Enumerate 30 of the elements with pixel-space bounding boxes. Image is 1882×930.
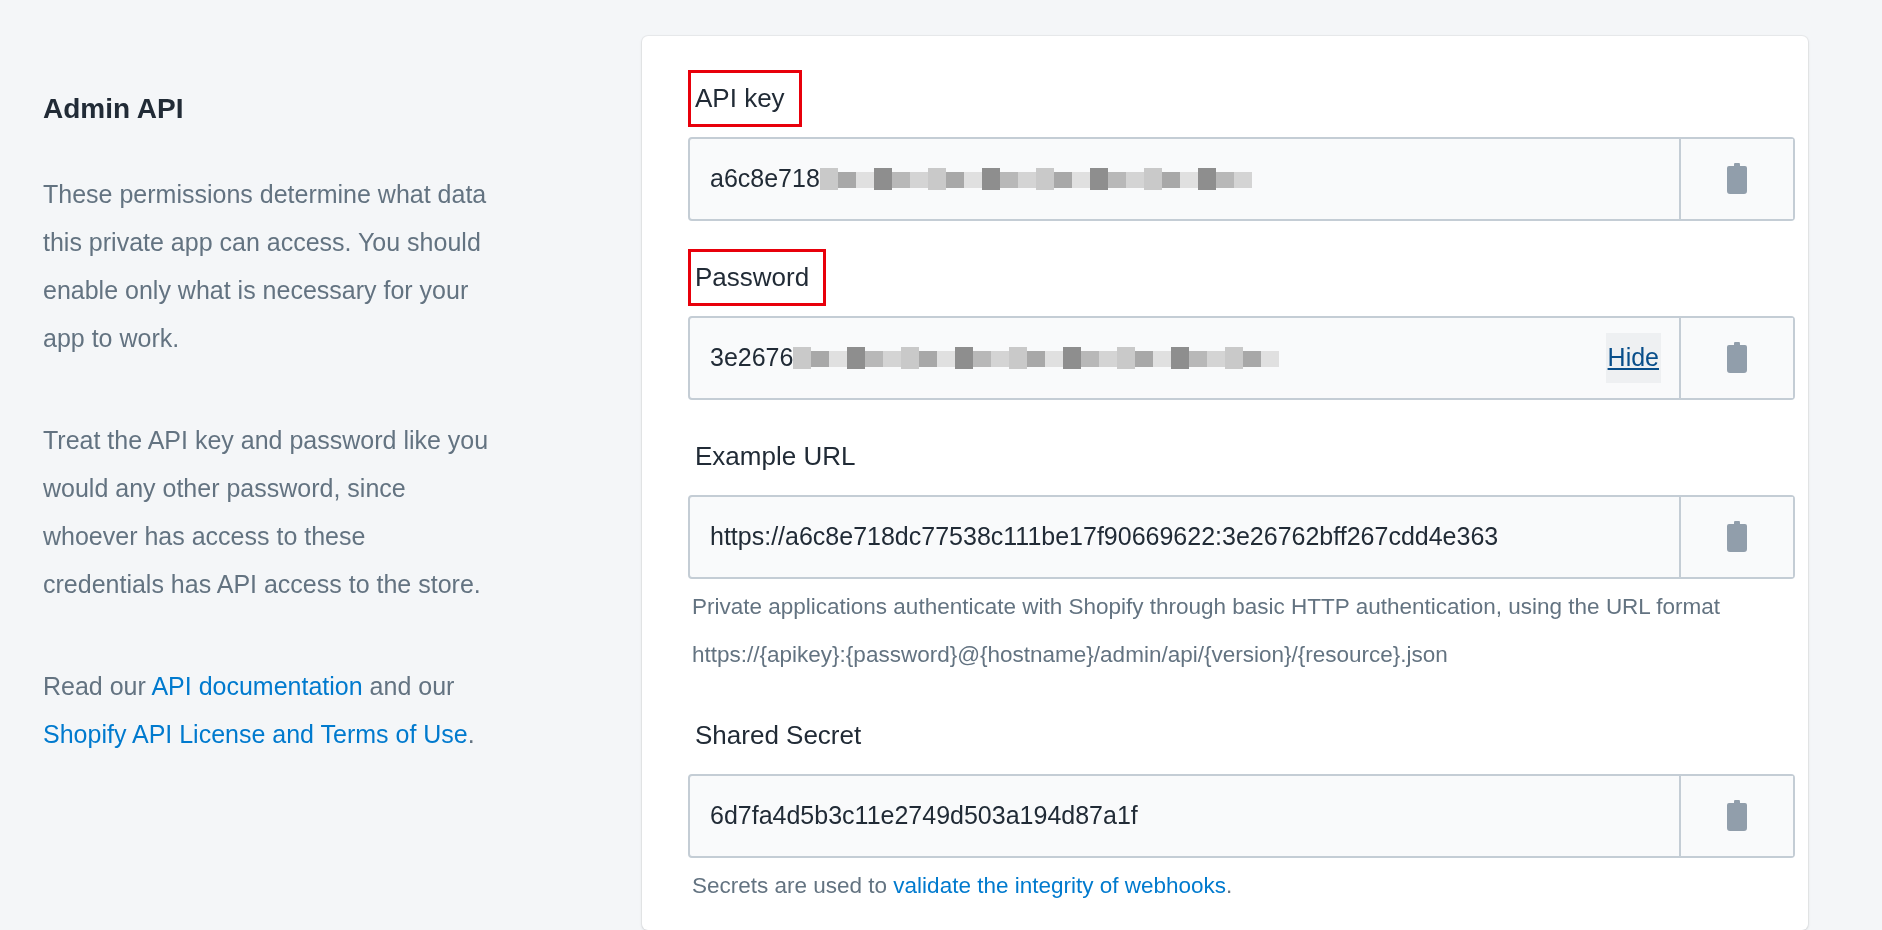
hide-link[interactable]: Hide [1605,333,1661,383]
link[interactable]: validate the integrity of webhooks [893,873,1227,898]
link[interactable]: API documentation [151,671,363,700]
copy-button[interactable] [1679,497,1793,577]
field-label: Shared Secret [694,719,863,752]
clipboard-icon [1726,800,1748,832]
text-field[interactable]: a6c8e718 [688,137,1795,221]
text-field[interactable]: 6d7fa4d5b3c11e2749d503a194d87a1f [688,774,1795,858]
field-value: https://a6c8e718dc77538c111be17f90669622:3e26762bff267cdd4e363 [710,521,1499,553]
clipboard-icon [1726,163,1748,195]
copy-button[interactable] [1679,318,1793,398]
field-value: a6c8e718 [710,163,820,195]
section-title: Admin API [43,92,185,126]
description-text: These permissions determine what data this private app can access. You should enable only what is necessary for your app to work. [43,178,488,354]
field-value: 6d7fa4d5b3c11e2749d503a194d87a1f [710,800,1138,832]
text-field[interactable]: 3e2676 Hide [688,316,1795,400]
field-value: 3e2676 [710,342,794,374]
field-label: Example URL [694,440,857,473]
text-field[interactable]: https://a6c8e718dc77538c111be17f90669622:3e26762bff267cdd4e363 [688,495,1795,579]
link[interactable]: Shopify API License and Terms of Use [43,719,468,748]
links-text: Read our API documentation and our Shopify API License and Terms of Use. [43,670,476,750]
help-text: Secrets are used to validate the integrity of webhooks. [692,872,1234,900]
field-label: API key [688,70,802,127]
field-label: Password [688,249,827,306]
clipboard-icon [1726,521,1748,553]
copy-button[interactable] [1679,139,1793,219]
clipboard-icon [1726,342,1748,374]
help-text: Private applications authenticate with Shopify through basic HTTP authentication, using the URL format https://{apikey}:{password}@{hostname}/admin/api/{version}/{resource}.json [692,593,1722,669]
copy-button[interactable] [1679,776,1793,856]
description-text: Treat the API key and password like you would any other password, since whoever has access to these credentials has API access to the store. [43,424,490,600]
